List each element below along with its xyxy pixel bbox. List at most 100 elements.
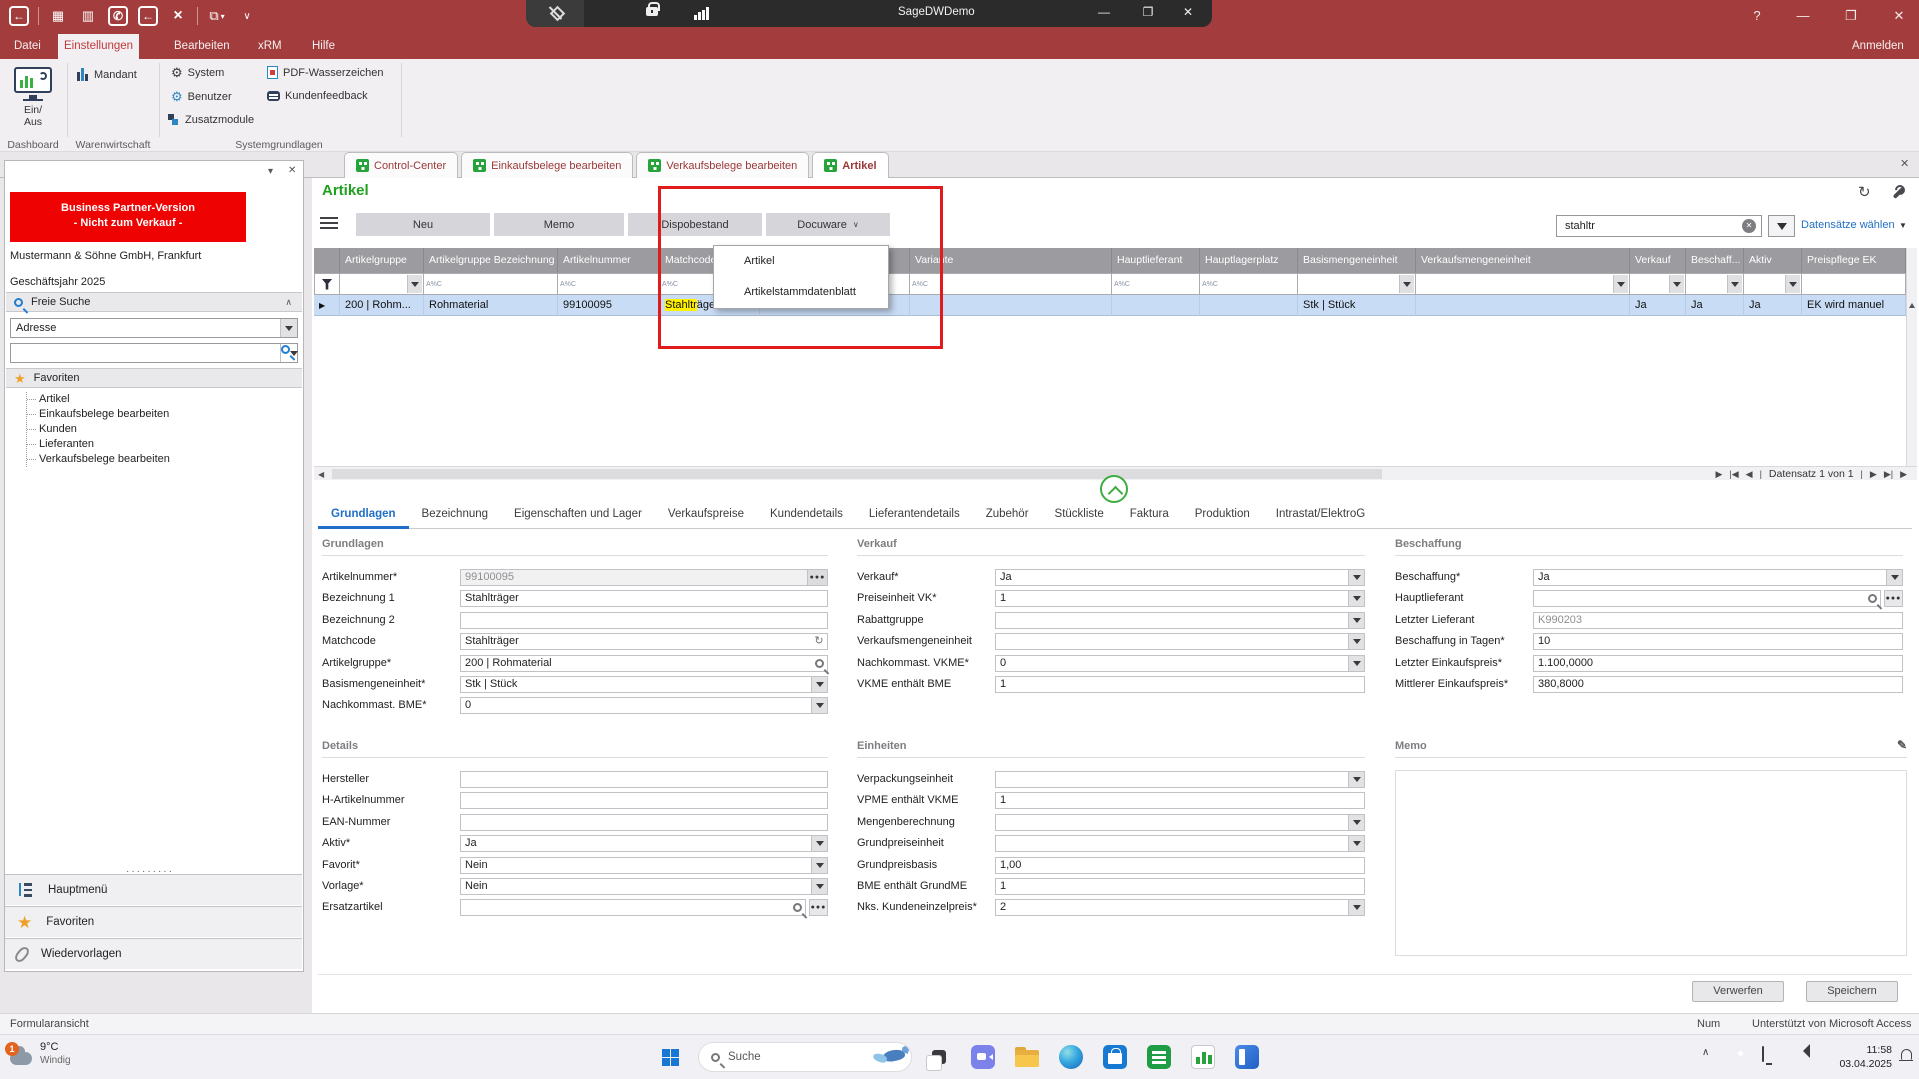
field-input[interactable] (460, 899, 806, 916)
filter-cell[interactable]: A%C (910, 273, 1112, 295)
column-header-Basismengeneinheit[interactable]: Basismengeneinheit (1298, 248, 1416, 273)
nav-first-icon[interactable]: |◀ (1729, 469, 1738, 480)
taskbar-clock[interactable]: 11:58 03.04.2025 (1836, 1043, 1892, 1071)
field-input[interactable] (995, 771, 1365, 788)
benutzer-button[interactable]: ⚙Benutzer (171, 90, 232, 103)
field-control[interactable] (995, 814, 1365, 831)
ellipsis-button[interactable]: ●●● (1884, 590, 1903, 607)
column-header-Aktiv[interactable]: Aktiv (1744, 248, 1802, 273)
field-control[interactable]: 99100095●●● (460, 569, 828, 586)
filter-cell[interactable] (1298, 273, 1416, 295)
field-control[interactable]: 380,8000 (1533, 676, 1903, 693)
chevron-down-icon[interactable] (811, 698, 827, 713)
ellipsis-button[interactable]: ●●● (807, 570, 827, 585)
column-header-Artikelnummer[interactable]: Artikelnummer (558, 248, 660, 273)
menu-hilfe[interactable]: Hilfe (306, 34, 341, 59)
menu-xrm[interactable]: xRM (252, 34, 288, 59)
tabstrip-close-icon[interactable]: ✕ (1900, 157, 1909, 170)
column-header-Hauptlagerplatz[interactable]: Hauptlagerplatz (1200, 248, 1298, 273)
chart-app-button[interactable] (1189, 1043, 1217, 1071)
filter-cell[interactable] (314, 273, 340, 295)
favorite-item-kunden[interactable]: Kunden (27, 422, 170, 437)
chevron-down-icon[interactable] (811, 879, 827, 894)
field-control[interactable]: Stahlträger (460, 590, 828, 607)
scrollbar-thumb[interactable] (332, 469, 1382, 479)
detail-tab-lieferantendetails[interactable]: Lieferantendetails (856, 502, 973, 529)
detail-tab-verkaufspreise[interactable]: Verkaufspreise (655, 502, 757, 529)
cell-Artikelgruppe Bezeichnung[interactable]: Rohmaterial (424, 295, 558, 316)
taskbar-search[interactable]: Suche (698, 1042, 912, 1072)
address-select[interactable]: Adresse (10, 318, 298, 338)
chevron-down-icon[interactable] (1399, 275, 1414, 293)
remote-close-button[interactable]: ✕ (1175, 5, 1201, 19)
zusatzmodule-button[interactable]: Zusatzmodule (167, 113, 254, 126)
field-input[interactable] (995, 612, 1365, 629)
filter-cell[interactable] (1630, 273, 1686, 295)
field-control[interactable]: 1.100,0000 (1533, 655, 1903, 672)
field-input[interactable]: Ja (995, 569, 1365, 586)
field-control[interactable]: Stahlträger↻ (460, 633, 828, 650)
panel-app-button[interactable] (1233, 1043, 1261, 1071)
field-control[interactable]: 0 (460, 697, 828, 714)
field-control[interactable]: 1 (995, 676, 1365, 693)
grid-search-input[interactable]: stahltr ✕ (1556, 215, 1762, 237)
field-control[interactable]: 1 (995, 878, 1365, 895)
field-control[interactable]: 0 (995, 655, 1365, 672)
chevron-down-icon[interactable] (1348, 591, 1364, 606)
field-input[interactable] (460, 612, 828, 629)
grid-data-row[interactable]: ▶200 | Rohm...Rohmaterial99100095Stahltr… (314, 295, 1906, 316)
chevron-down-icon[interactable] (811, 677, 827, 692)
chevron-down-icon[interactable] (811, 836, 827, 851)
column-header-Beschaff...[interactable]: Beschaff... (1686, 248, 1744, 273)
menu-item-artikel[interactable]: Artikel (714, 246, 888, 277)
field-input[interactable]: 99100095●●● (460, 569, 828, 586)
kundenfeedback-button[interactable]: Kundenfeedback (267, 90, 368, 102)
favorite-item-verkaufsbelege-bearbeiten[interactable]: Verkaufsbelege bearbeiten (27, 452, 170, 467)
menu-item-artikelstammdatenblatt[interactable]: Artikelstammdatenblatt (714, 277, 888, 308)
store-button[interactable] (1101, 1043, 1129, 1071)
sidebar-collapse-icon[interactable]: ▾ (268, 166, 273, 177)
chevron-down-icon[interactable] (1348, 815, 1364, 830)
sidebar-search-button[interactable] (280, 344, 297, 362)
records-select-link[interactable]: Datensätze wählen (1801, 219, 1895, 231)
column-header-Preispflege EK[interactable]: Preispflege EK (1802, 248, 1906, 273)
column-header-Artikelgruppe[interactable]: Artikelgruppe (340, 248, 424, 273)
field-input[interactable]: 0 (995, 655, 1365, 672)
menu-einstellungen[interactable]: Einstellungen (58, 34, 139, 59)
field-input[interactable] (995, 633, 1365, 650)
field-input[interactable]: Ja (1533, 569, 1903, 586)
help-button[interactable]: ? (1742, 8, 1772, 23)
chevron-down-icon[interactable] (1613, 275, 1628, 293)
nav-prev-icon[interactable]: ◀ (1746, 469, 1753, 480)
field-input[interactable] (995, 835, 1365, 852)
sidebar-item-favoriten[interactable]: ★ Favoriten (5, 906, 302, 937)
menu-datei[interactable]: Datei (8, 34, 47, 59)
field-control[interactable]: Nein (460, 878, 828, 895)
tab-verkaufsbelege-bearbeiten[interactable]: Verkaufsbelege bearbeiten (636, 152, 809, 178)
cell-Verkauf[interactable]: Ja (1630, 295, 1686, 316)
detail-tab-grundlagen[interactable]: Grundlagen (318, 502, 409, 529)
detail-tab-intrastat-elektrog[interactable]: Intrastat/ElektroG (1263, 502, 1378, 529)
cell-selector[interactable]: ▶ (314, 295, 340, 316)
einaus-button[interactable]: Ein/ Aus (2, 62, 64, 138)
detail-tab-eigenschaften-und-lager[interactable]: Eigenschaften und Lager (501, 502, 655, 529)
field-control[interactable]: 1 (995, 792, 1365, 809)
filter-cell[interactable]: A%C (1112, 273, 1200, 295)
teams-chat-button[interactable] (969, 1043, 997, 1071)
menu-anmelden[interactable]: Anmelden (1846, 34, 1910, 59)
search-icon[interactable] (789, 900, 805, 915)
field-control[interactable] (995, 612, 1365, 629)
task-view-button[interactable] (925, 1043, 953, 1071)
filter-cell[interactable] (1416, 273, 1630, 295)
field-control[interactable]: 1 (995, 590, 1365, 607)
filter-cell[interactable]: A%C (558, 273, 660, 295)
field-control[interactable]: 1,00 (995, 857, 1365, 874)
field-input[interactable] (1533, 590, 1881, 607)
field-control[interactable]: K990203 (1533, 612, 1903, 629)
back-icon[interactable]: ← (137, 5, 159, 27)
field-control[interactable]: Ja (995, 569, 1365, 586)
field-control[interactable]: ●●● (1533, 590, 1903, 607)
pencil-icon[interactable]: ✎ (1897, 738, 1907, 752)
restore-button[interactable]: ❐ (1836, 8, 1866, 24)
field-control[interactable] (460, 612, 828, 629)
